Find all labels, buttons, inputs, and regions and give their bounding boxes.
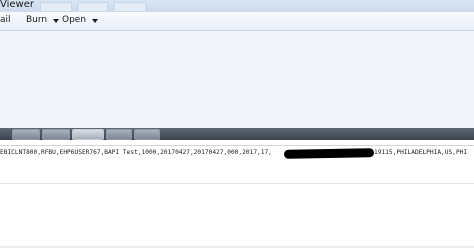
chevron-down-icon bbox=[53, 18, 60, 23]
taskbar-button[interactable] bbox=[106, 129, 132, 140]
divider bbox=[0, 145, 474, 146]
email-button[interactable]: ail bbox=[0, 15, 11, 25]
photo-viewer-window: Viewer ail Burn Open EBICLNT800,RFBU,EHP… bbox=[0, 0, 474, 248]
burn-button[interactable]: Burn bbox=[26, 15, 60, 25]
document-area bbox=[0, 140, 474, 248]
command-toolbar: ail Burn Open bbox=[0, 12, 474, 31]
title-bar-ghost-tab bbox=[114, 2, 146, 11]
taskbar-strip bbox=[0, 128, 474, 140]
csv-data-line: EBICLNT800,RFBU,EHP6USER767,BAPI Test,10… bbox=[0, 149, 272, 156]
preview-pane bbox=[0, 31, 474, 128]
taskbar-button[interactable] bbox=[42, 129, 70, 140]
taskbar-button[interactable] bbox=[12, 129, 40, 140]
title-bar-ghost-tab bbox=[78, 2, 108, 11]
burn-button-label: Burn bbox=[26, 15, 48, 25]
email-button-label: ail bbox=[0, 15, 11, 25]
taskbar-button-active[interactable] bbox=[72, 129, 104, 140]
open-button-label: Open bbox=[62, 15, 87, 25]
csv-data-line-tail: 19115,PHILADELPHIA,US,PHI bbox=[374, 149, 468, 156]
window-title: Viewer bbox=[0, 0, 34, 10]
title-bar[interactable]: Viewer bbox=[0, 0, 474, 12]
chevron-down-icon bbox=[92, 18, 99, 23]
redaction-mark bbox=[283, 148, 375, 159]
divider bbox=[0, 183, 474, 184]
taskbar-button[interactable] bbox=[134, 129, 160, 140]
title-bar-ghost-tab bbox=[40, 2, 72, 11]
open-button[interactable]: Open bbox=[62, 15, 99, 25]
